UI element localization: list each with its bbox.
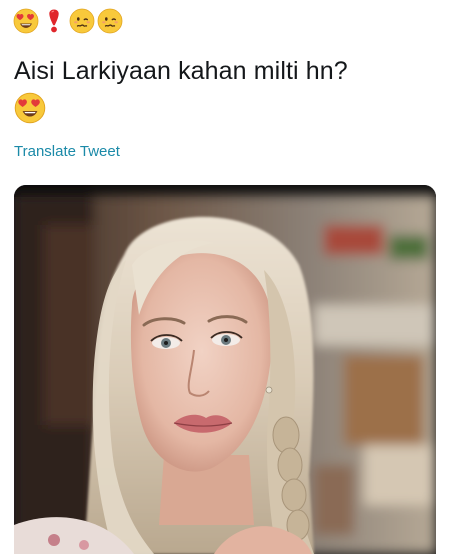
tweet-text-emoji <box>14 92 46 129</box>
woozy-face-icon <box>69 8 95 34</box>
woozy-face-icon <box>97 8 123 34</box>
heavy-exclamation-icon <box>49 9 59 33</box>
tweet-text: Aisi Larkiyaan kahan milti hn? <box>14 57 348 85</box>
tweet-card: Aisi Larkiyaan kahan milti hn? Translate… <box>0 0 450 554</box>
emoji-row <box>13 8 123 34</box>
heart-eyes-emoji-icon <box>13 8 39 34</box>
heart-eyes-emoji-icon <box>14 92 46 124</box>
photo-image <box>14 185 436 554</box>
tweet-photo[interactable] <box>14 185 436 554</box>
translate-tweet-link[interactable]: Translate Tweet <box>14 143 120 160</box>
